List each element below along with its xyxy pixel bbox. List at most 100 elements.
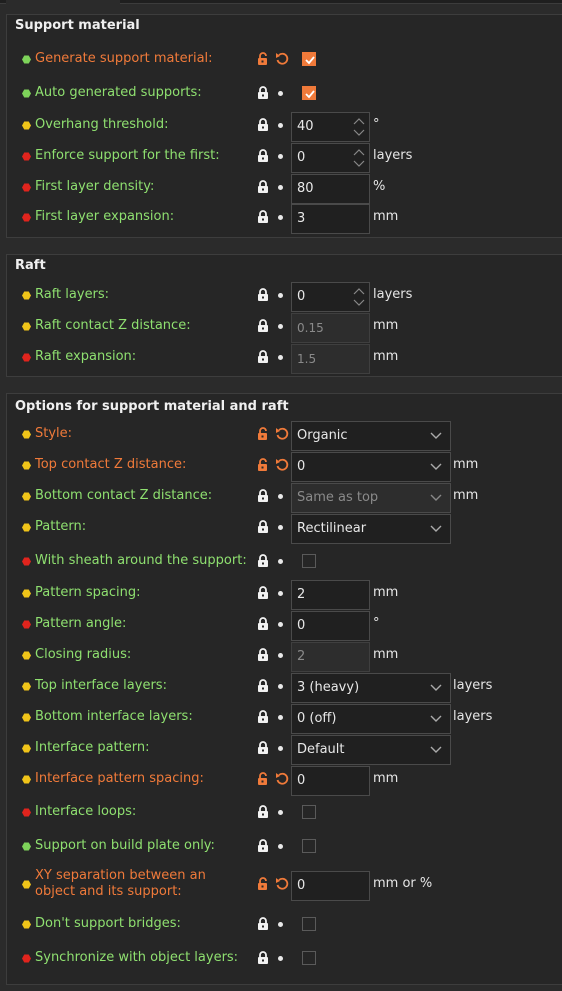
raft-contact-z-input[interactable]: 0.15 bbox=[291, 313, 370, 343]
xy-separation-input[interactable]: 0 bbox=[291, 871, 370, 901]
unlock-icon[interactable] bbox=[256, 427, 270, 441]
row-interface-pattern-spacing: Interface pattern spacing: 0 mm bbox=[7, 766, 562, 796]
checkbox-build-plate-only[interactable] bbox=[302, 839, 316, 853]
lock-icon[interactable] bbox=[256, 520, 270, 534]
status-red-icon bbox=[22, 557, 31, 566]
lock-icon[interactable] bbox=[256, 648, 270, 662]
lock-icon[interactable] bbox=[256, 86, 270, 100]
row-build-plate-only: Support on build plate only: bbox=[7, 833, 562, 859]
bottom-contact-z-combo[interactable]: Same as top bbox=[291, 483, 451, 513]
label-raft-contact-z: Raft contact Z distance: bbox=[35, 318, 191, 333]
lock-icon[interactable] bbox=[256, 839, 270, 853]
group-title: Support material bbox=[15, 18, 140, 33]
lock-icon[interactable] bbox=[256, 679, 270, 693]
row-sheath: With sheath around the support: bbox=[7, 548, 562, 574]
undo-icon[interactable] bbox=[274, 771, 290, 787]
spin-arrows-icon[interactable] bbox=[351, 285, 367, 309]
status-yellow-icon bbox=[22, 920, 31, 929]
row-sync-object-layers: Synchronize with object layers: bbox=[7, 945, 562, 971]
row-bottom-contact-z: Bottom contact Z distance: Same as top m… bbox=[7, 483, 562, 513]
status-yellow-icon bbox=[22, 461, 31, 470]
interface-pattern-spacing-input[interactable]: 0 bbox=[291, 766, 370, 796]
lock-icon[interactable] bbox=[256, 617, 270, 631]
chevron-down-icon bbox=[430, 525, 442, 532]
lock-icon[interactable] bbox=[256, 586, 270, 600]
system-value-dot-icon bbox=[278, 591, 283, 596]
undo-icon[interactable] bbox=[274, 51, 290, 67]
lock-icon[interactable] bbox=[256, 805, 270, 819]
spin-arrows-icon[interactable] bbox=[351, 115, 367, 139]
lock-icon[interactable] bbox=[256, 489, 270, 503]
status-red-icon bbox=[22, 152, 31, 161]
closing-radius-input[interactable]: 2 bbox=[291, 642, 370, 672]
first-layer-expansion-input[interactable]: 3 bbox=[291, 204, 370, 234]
label-generate-support: Generate support material: bbox=[35, 51, 213, 66]
pattern-spacing-input[interactable]: 2 bbox=[291, 580, 370, 610]
unit-mm: mm bbox=[373, 771, 399, 786]
unlock-icon[interactable] bbox=[256, 458, 270, 472]
row-raft-layers: Raft layers: 0 layers bbox=[7, 282, 562, 312]
top-interface-layers-combo[interactable]: 3 (heavy) bbox=[291, 673, 451, 703]
label-style: Style: bbox=[35, 426, 73, 441]
pattern-dropdown[interactable]: Rectilinear bbox=[291, 514, 451, 544]
status-yellow-icon bbox=[22, 322, 31, 331]
undo-icon[interactable] bbox=[274, 876, 290, 892]
chevron-down-icon bbox=[430, 715, 442, 722]
row-pattern: Pattern: Rectilinear bbox=[7, 514, 562, 544]
lock-icon[interactable] bbox=[256, 149, 270, 163]
top-contact-z-combo[interactable]: 0 bbox=[291, 452, 451, 482]
group-title: Raft bbox=[15, 258, 46, 273]
lock-icon[interactable] bbox=[256, 554, 270, 568]
overhang-threshold-input[interactable]: 40 bbox=[291, 112, 370, 142]
undo-icon[interactable] bbox=[274, 426, 290, 442]
row-raft-expansion: Raft expansion: 1.5 mm bbox=[7, 344, 562, 374]
bottom-interface-layers-combo[interactable]: 0 (off) bbox=[291, 704, 451, 734]
label-enforce-support: Enforce support for the first: bbox=[35, 148, 220, 163]
undo-icon[interactable] bbox=[274, 457, 290, 473]
unlock-icon[interactable] bbox=[256, 877, 270, 891]
checkbox-auto-supports[interactable] bbox=[302, 86, 316, 100]
style-dropdown[interactable]: Organic bbox=[291, 421, 451, 451]
lock-icon[interactable] bbox=[256, 118, 270, 132]
unit-layers: layers bbox=[453, 709, 493, 724]
checkbox-dont-support-bridges[interactable] bbox=[302, 917, 316, 931]
unlock-icon[interactable] bbox=[256, 772, 270, 786]
lock-icon[interactable] bbox=[256, 210, 270, 224]
checkbox-interface-loops[interactable] bbox=[302, 805, 316, 819]
unlock-icon[interactable] bbox=[256, 52, 270, 66]
row-auto-supports: Auto generated supports: bbox=[7, 80, 562, 106]
first-layer-density-input[interactable]: 80 bbox=[291, 174, 370, 204]
status-yellow-icon bbox=[22, 589, 31, 598]
lock-icon[interactable] bbox=[256, 319, 270, 333]
checkbox-sheath[interactable] bbox=[302, 554, 316, 568]
label-auto-supports: Auto generated supports: bbox=[35, 85, 202, 100]
status-red-icon bbox=[22, 808, 31, 817]
pattern-angle-input[interactable]: 0 bbox=[291, 611, 370, 641]
spin-arrows-icon[interactable] bbox=[351, 146, 367, 170]
lock-icon[interactable] bbox=[256, 917, 270, 931]
raft-expansion-input[interactable]: 1.5 bbox=[291, 344, 370, 374]
lock-icon[interactable] bbox=[256, 951, 270, 965]
chevron-down-icon bbox=[430, 463, 442, 470]
system-value-dot-icon bbox=[278, 956, 283, 961]
label-bottom-interface-layers: Bottom interface layers: bbox=[35, 709, 193, 724]
row-top-interface-layers: Top interface layers: 3 (heavy) layers bbox=[7, 673, 562, 703]
row-style: Style: Organic bbox=[7, 421, 562, 451]
lock-icon[interactable] bbox=[256, 741, 270, 755]
lock-icon[interactable] bbox=[256, 710, 270, 724]
lock-icon[interactable] bbox=[256, 288, 270, 302]
system-value-dot-icon bbox=[278, 123, 283, 128]
checkbox-generate-support[interactable] bbox=[302, 52, 316, 66]
system-value-dot-icon bbox=[278, 810, 283, 815]
lock-icon[interactable] bbox=[256, 180, 270, 194]
enforce-support-input[interactable]: 0 bbox=[291, 143, 370, 173]
checkbox-sync-object-layers[interactable] bbox=[302, 951, 316, 965]
row-pattern-spacing: Pattern spacing: 2 mm bbox=[7, 580, 562, 610]
system-value-dot-icon bbox=[278, 324, 283, 329]
lock-icon[interactable] bbox=[256, 350, 270, 364]
status-yellow-icon bbox=[22, 682, 31, 691]
row-raft-contact-z: Raft contact Z distance: 0.15 mm bbox=[7, 313, 562, 343]
raft-layers-input[interactable]: 0 bbox=[291, 282, 370, 312]
label-dont-support-bridges: Don't support bridges: bbox=[35, 916, 181, 931]
interface-pattern-dropdown[interactable]: Default bbox=[291, 735, 451, 765]
